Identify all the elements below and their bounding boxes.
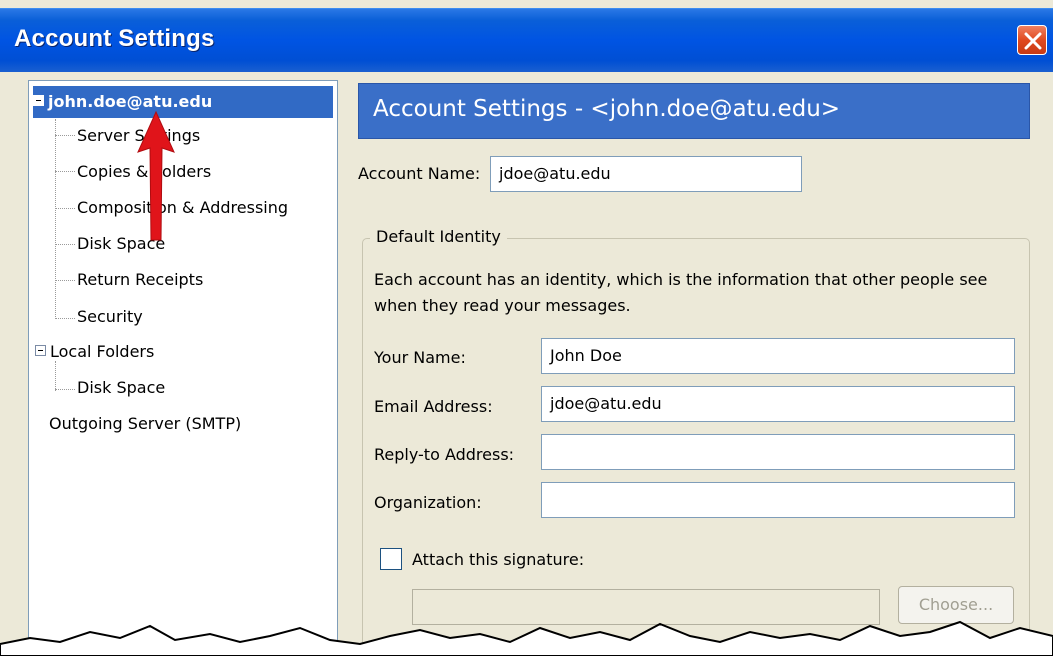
tree-connector [55,318,75,319]
organization-field[interactable] [541,482,1015,518]
tree-item-account-label: john.doe@atu.edu [48,92,213,111]
torn-edge-decoration [0,620,1053,656]
identity-description-line2: when they read your messages. [374,296,631,315]
tree-item-composition-addressing[interactable]: Composition & Addressing [77,193,288,223]
tree-connector [55,135,75,136]
tree-connector [55,244,75,245]
tree-connector [55,208,75,209]
red-arrow-icon [137,110,175,241]
tree-item-label: Composition & Addressing [77,198,289,217]
organization-label: Organization: [374,493,482,512]
email-address-field[interactable]: jdoe@atu.edu [541,386,1015,422]
account-name-label: Account Name: [358,164,481,183]
tree-item-label: Outgoing Server (SMTP) [49,414,242,433]
tree-item-label: Security [77,307,143,326]
panel-header: Account Settings - <john.doe@atu.edu> [358,83,1030,139]
account-name-field[interactable]: jdoe@atu.edu [490,156,802,192]
your-name-label: Your Name: [374,348,466,367]
attach-signature-label[interactable]: Attach this signature: [412,550,584,569]
close-icon [1024,32,1042,50]
tree-item-return-receipts[interactable]: Return Receipts [77,265,203,295]
close-button[interactable] [1017,25,1047,55]
account-tree[interactable]: john.doe@atu.edu Server Settings Copies … [28,80,338,656]
tree-item-account[interactable]: john.doe@atu.edu [33,86,333,118]
title-bar[interactable]: Account Settings [0,8,1053,72]
tree-connector [55,280,75,281]
collapse-minus-icon[interactable] [35,345,46,356]
reply-to-label: Reply-to Address: [374,445,515,464]
email-address-label: Email Address: [374,397,493,416]
default-identity-title: Default Identity [370,227,507,246]
attach-signature-checkbox[interactable] [380,548,402,570]
tree-item-security[interactable]: Security [77,302,143,332]
tree-item-label: Return Receipts [77,270,204,289]
collapse-minus-icon[interactable] [33,95,44,106]
tree-item-local-disk-space[interactable]: Disk Space [77,373,165,403]
identity-description-line1: Each account has an identity, which is t… [374,270,988,289]
panel-header-title: Account Settings - <john.doe@atu.edu> [373,96,841,122]
tree-item-outgoing-server[interactable]: Outgoing Server (SMTP) [49,409,241,439]
reply-to-field[interactable] [541,434,1015,470]
window-title: Account Settings [14,25,215,52]
tree-item-label: Local Folders [50,342,155,361]
tree-connector [55,119,56,319]
your-name-field[interactable]: John Doe [541,338,1015,374]
tree-item-local-folders[interactable]: Local Folders [35,337,154,367]
tree-connector [55,171,75,172]
tree-item-label: Disk Space [77,378,166,397]
account-settings-window: Account Settings john.doe@atu.edu Server… [0,0,1053,656]
tree-connector [55,389,75,390]
